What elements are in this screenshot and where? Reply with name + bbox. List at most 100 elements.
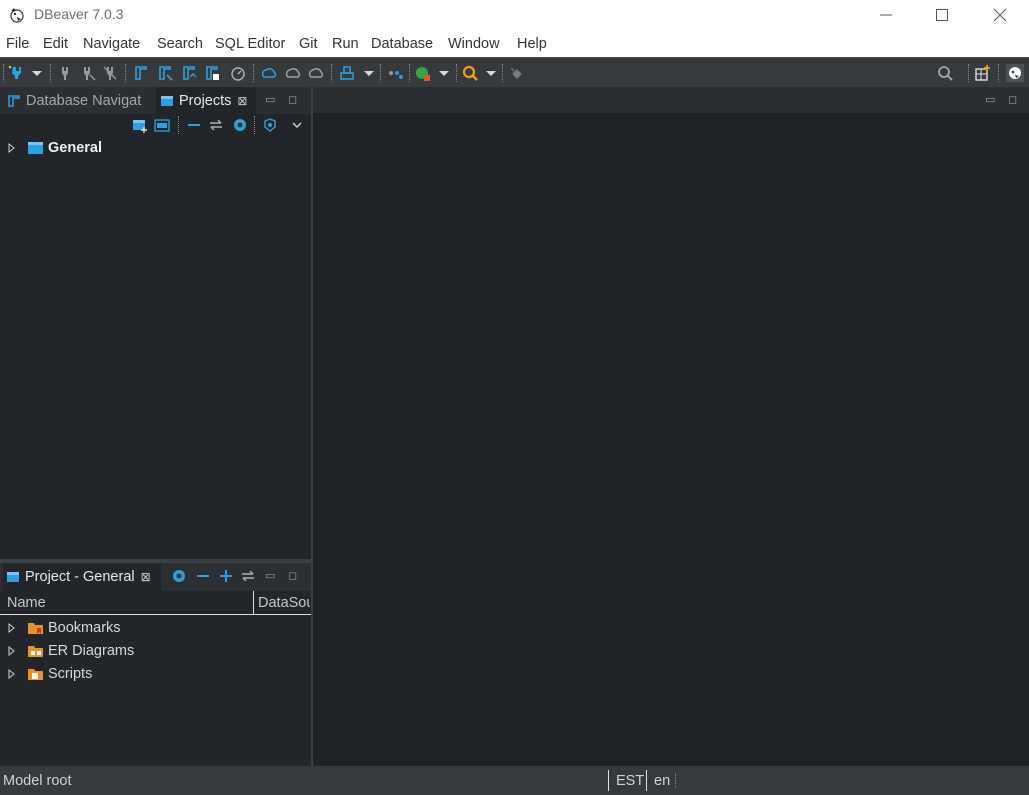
column-name-header[interactable]: Name bbox=[7, 595, 46, 611]
toolbar-separator bbox=[331, 64, 332, 82]
menu-window[interactable]: Window bbox=[448, 36, 500, 52]
configure-icon[interactable] bbox=[232, 117, 248, 133]
menu-search[interactable]: Search bbox=[157, 36, 203, 52]
expand-all-icon[interactable] bbox=[218, 568, 234, 584]
maximize-view-icon[interactable]: ◻ bbox=[288, 569, 297, 582]
tree-item-label: General bbox=[48, 139, 102, 156]
expand-arrow-icon[interactable] bbox=[8, 622, 16, 633]
close-icon[interactable]: ⊠ bbox=[237, 94, 247, 108]
close-icon[interactable]: ⊠ bbox=[141, 570, 151, 584]
search-icon[interactable] bbox=[461, 64, 479, 82]
tab-database-navigator[interactable]: Database Navigat bbox=[4, 87, 154, 114]
close-icon bbox=[993, 8, 1007, 22]
menu-git[interactable]: Git bbox=[299, 36, 318, 52]
minimize-editor-icon[interactable]: ▭ bbox=[985, 93, 995, 106]
menu-run[interactable]: Run bbox=[332, 36, 359, 52]
expand-arrow-icon[interactable] bbox=[8, 668, 16, 679]
menu-navigate[interactable]: Navigate bbox=[83, 36, 140, 52]
minimize-view-icon[interactable]: ▭ bbox=[265, 93, 275, 106]
maximize-view-icon[interactable]: ◻ bbox=[288, 93, 297, 106]
status-divider bbox=[608, 770, 609, 791]
dropdown-icon[interactable] bbox=[360, 64, 378, 82]
column-datasource-header[interactable]: DataSou bbox=[258, 595, 310, 611]
search-icon[interactable] bbox=[936, 64, 954, 82]
git-clone-icon[interactable] bbox=[154, 117, 170, 133]
perspective-add-icon[interactable] bbox=[974, 64, 992, 82]
status-divider bbox=[646, 770, 647, 791]
invalidate-icon[interactable] bbox=[101, 64, 119, 82]
commit-mode-icon[interactable] bbox=[132, 64, 150, 82]
database-navigator-icon bbox=[8, 94, 20, 107]
rollback-icon[interactable] bbox=[203, 64, 221, 82]
transaction-log-icon[interactable] bbox=[229, 64, 247, 82]
menu-database[interactable]: Database bbox=[371, 36, 433, 52]
tree-item-general[interactable]: General bbox=[0, 136, 311, 159]
status-timezone: EST bbox=[616, 773, 645, 789]
status-language: en bbox=[654, 773, 671, 789]
toolbar-separator bbox=[254, 116, 255, 134]
window-title: DBeaver 7.0.3 bbox=[34, 6, 124, 22]
sql-editor-icon[interactable] bbox=[338, 64, 356, 82]
toolbar-separator bbox=[968, 64, 969, 82]
tree-item-label: Bookmarks bbox=[48, 619, 121, 636]
menu-edit[interactable]: Edit bbox=[43, 36, 68, 52]
toolbar-separator bbox=[409, 64, 410, 82]
link-with-editor-icon[interactable] bbox=[208, 117, 224, 133]
run-icon[interactable] bbox=[414, 64, 432, 82]
menu-help[interactable]: Help bbox=[517, 36, 547, 52]
status-text: Model root bbox=[3, 773, 72, 789]
dropdown-icon[interactable] bbox=[435, 64, 453, 82]
project-general-view: Project - General ⊠ ▭ ◻ Name DataSou Boo… bbox=[0, 563, 311, 766]
menu-file[interactable]: File bbox=[6, 36, 29, 52]
create-project-icon[interactable] bbox=[132, 117, 148, 133]
configure-icon[interactable] bbox=[171, 568, 187, 584]
expand-arrow-icon[interactable] bbox=[8, 142, 16, 153]
commit-icon[interactable] bbox=[180, 64, 198, 82]
dbeaver-logo-icon bbox=[10, 8, 24, 23]
toolbar-separator bbox=[456, 64, 457, 82]
toolbar-separator bbox=[178, 116, 179, 134]
connect-icon[interactable] bbox=[56, 64, 74, 82]
main-toolbar bbox=[0, 57, 1029, 87]
dropdown-icon[interactable] bbox=[482, 64, 500, 82]
tree-item-bookmarks[interactable]: Bookmarks bbox=[0, 616, 311, 639]
tree-item-er-diagrams[interactable]: ER Diagrams bbox=[0, 639, 311, 662]
collapse-all-icon[interactable] bbox=[195, 568, 211, 584]
editor-tabstrip: ▭ ◻ bbox=[313, 87, 1029, 113]
projects-view-toolbar bbox=[0, 114, 311, 136]
tree-item-scripts[interactable]: Scripts bbox=[0, 662, 311, 685]
filter-icon[interactable] bbox=[262, 117, 278, 133]
maximize-button[interactable] bbox=[919, 0, 965, 30]
toolbar-separator bbox=[502, 64, 503, 82]
pin-icon[interactable] bbox=[507, 64, 525, 82]
collapse-all-icon[interactable] bbox=[186, 117, 202, 133]
dashboard-icon[interactable] bbox=[260, 64, 278, 82]
close-button[interactable] bbox=[977, 0, 1023, 30]
status-grip bbox=[675, 773, 676, 788]
minimize-button[interactable] bbox=[863, 0, 909, 30]
tab-projects-label: Projects bbox=[179, 92, 232, 109]
tab-project-general[interactable]: Project - General ⊠ bbox=[3, 563, 161, 591]
toolbar-separator bbox=[998, 64, 999, 82]
menu-sql-editor[interactable]: SQL Editor bbox=[215, 36, 285, 52]
expand-arrow-icon[interactable] bbox=[8, 645, 16, 656]
disconnect-icon[interactable] bbox=[79, 64, 97, 82]
transaction-icon[interactable] bbox=[156, 64, 174, 82]
link-with-editor-icon[interactable] bbox=[240, 568, 256, 584]
column-divider[interactable] bbox=[253, 591, 254, 615]
tools-icon[interactable] bbox=[386, 64, 404, 82]
tree-item-label: ER Diagrams bbox=[48, 642, 135, 659]
projects-view: Database Navigat Projects ⊠ ▭ ◻ General bbox=[0, 87, 311, 559]
cloud-icon[interactable] bbox=[284, 64, 302, 82]
tree-item-label: Scripts bbox=[48, 665, 93, 682]
maximize-editor-icon[interactable]: ◻ bbox=[1008, 93, 1017, 106]
dbeaver-perspective-icon[interactable] bbox=[1006, 64, 1024, 82]
editor-area bbox=[313, 87, 1029, 766]
view-menu-chevron-icon[interactable] bbox=[289, 117, 305, 133]
upload-icon[interactable] bbox=[307, 64, 325, 82]
projects-tabstrip: Database Navigat Projects ⊠ ▭ ◻ bbox=[0, 87, 311, 114]
minimize-view-icon[interactable]: ▭ bbox=[265, 569, 275, 582]
dropdown-icon[interactable] bbox=[28, 64, 46, 82]
tab-projects[interactable]: Projects ⊠ bbox=[156, 87, 256, 114]
new-connection-icon[interactable] bbox=[7, 64, 25, 82]
